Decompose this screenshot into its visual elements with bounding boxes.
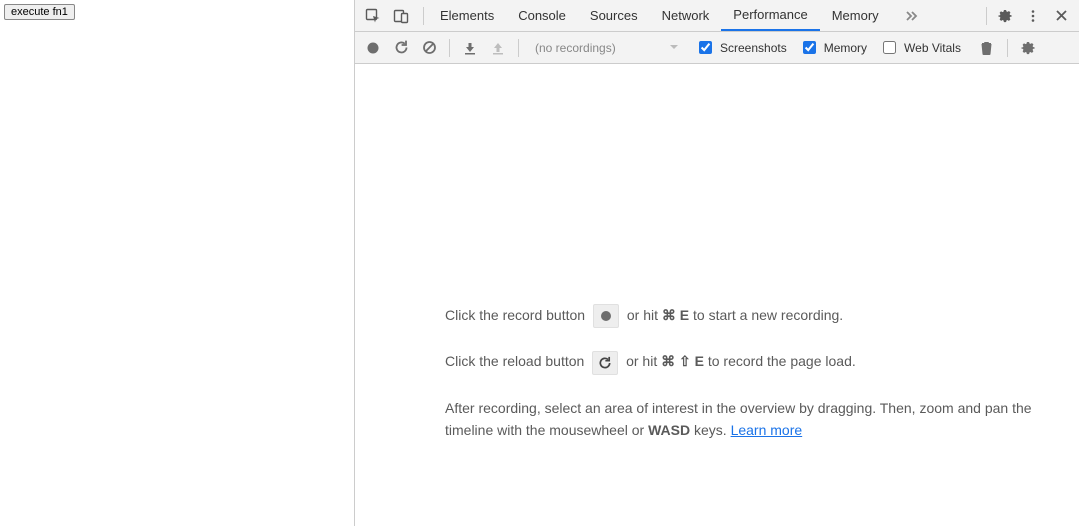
tab-overflow[interactable]: [891, 0, 931, 31]
web-vitals-checkbox-label: Web Vitals: [904, 41, 961, 55]
separator: [449, 39, 450, 57]
settings-icon[interactable]: [991, 2, 1019, 30]
capture-settings-icon[interactable]: [1016, 36, 1040, 60]
memory-checkbox[interactable]: Memory: [795, 38, 871, 57]
help-line-after: After recording, select an area of inter…: [445, 397, 1039, 442]
tab-console[interactable]: Console: [506, 0, 578, 31]
chevron-double-right-icon: [903, 8, 919, 24]
help-line-reload: Click the reload button or hit ⌘ ⇧ E to …: [445, 350, 1039, 374]
inspect-element-icon[interactable]: [359, 2, 387, 30]
wasd-keys: WASD: [648, 422, 690, 438]
chevron-down-icon: [669, 41, 679, 55]
save-profile-button: [486, 36, 510, 60]
performance-toolbar: (no recordings) Screenshots Memory Web V…: [355, 32, 1079, 64]
separator: [986, 7, 987, 25]
shortcut-cmd-e: ⌘ E: [662, 307, 689, 323]
tab-sources[interactable]: Sources: [578, 0, 650, 31]
load-profile-button[interactable]: [458, 36, 482, 60]
device-toolbar-icon[interactable]: [387, 2, 415, 30]
tab-network[interactable]: Network: [650, 0, 722, 31]
panel-tabs: Elements Console Sources Network Perform…: [428, 0, 931, 31]
web-vitals-checkbox-input[interactable]: [883, 41, 896, 54]
screenshots-checkbox[interactable]: Screenshots: [691, 38, 791, 57]
memory-checkbox-label: Memory: [824, 41, 867, 55]
screenshots-checkbox-input[interactable]: [699, 41, 712, 54]
collect-garbage-button[interactable]: [975, 36, 999, 60]
devtools-tabbar: Elements Console Sources Network Perform…: [355, 0, 1079, 32]
recordings-dropdown[interactable]: (no recordings): [527, 37, 687, 59]
close-devtools-icon[interactable]: [1047, 2, 1075, 30]
performance-help-text: Click the record button or hit ⌘ E to st…: [445, 304, 1039, 441]
record-button[interactable]: [361, 36, 385, 60]
recordings-dropdown-label: (no recordings): [535, 41, 616, 55]
record-icon: [593, 304, 619, 328]
tab-performance[interactable]: Performance: [721, 0, 819, 31]
clear-button[interactable]: [417, 36, 441, 60]
execute-fn1-button[interactable]: execute fn1: [4, 4, 75, 20]
screenshots-checkbox-label: Screenshots: [720, 41, 787, 55]
learn-more-link[interactable]: Learn more: [731, 422, 803, 438]
performance-panel-body: Click the record button or hit ⌘ E to st…: [355, 64, 1079, 526]
shortcut-cmd-shift-e: ⌘ ⇧ E: [661, 353, 704, 369]
reload-record-button[interactable]: [389, 36, 413, 60]
separator: [1007, 39, 1008, 57]
memory-checkbox-input[interactable]: [803, 41, 816, 54]
web-vitals-checkbox[interactable]: Web Vitals: [875, 38, 965, 57]
page-content-pane: execute fn1: [0, 0, 355, 526]
separator: [423, 7, 424, 25]
separator: [518, 39, 519, 57]
tab-elements[interactable]: Elements: [428, 0, 506, 31]
tab-memory[interactable]: Memory: [820, 0, 891, 31]
reload-icon: [592, 351, 618, 375]
more-options-icon[interactable]: [1019, 2, 1047, 30]
help-line-record: Click the record button or hit ⌘ E to st…: [445, 304, 1039, 328]
devtools-pane: Elements Console Sources Network Perform…: [355, 0, 1079, 526]
